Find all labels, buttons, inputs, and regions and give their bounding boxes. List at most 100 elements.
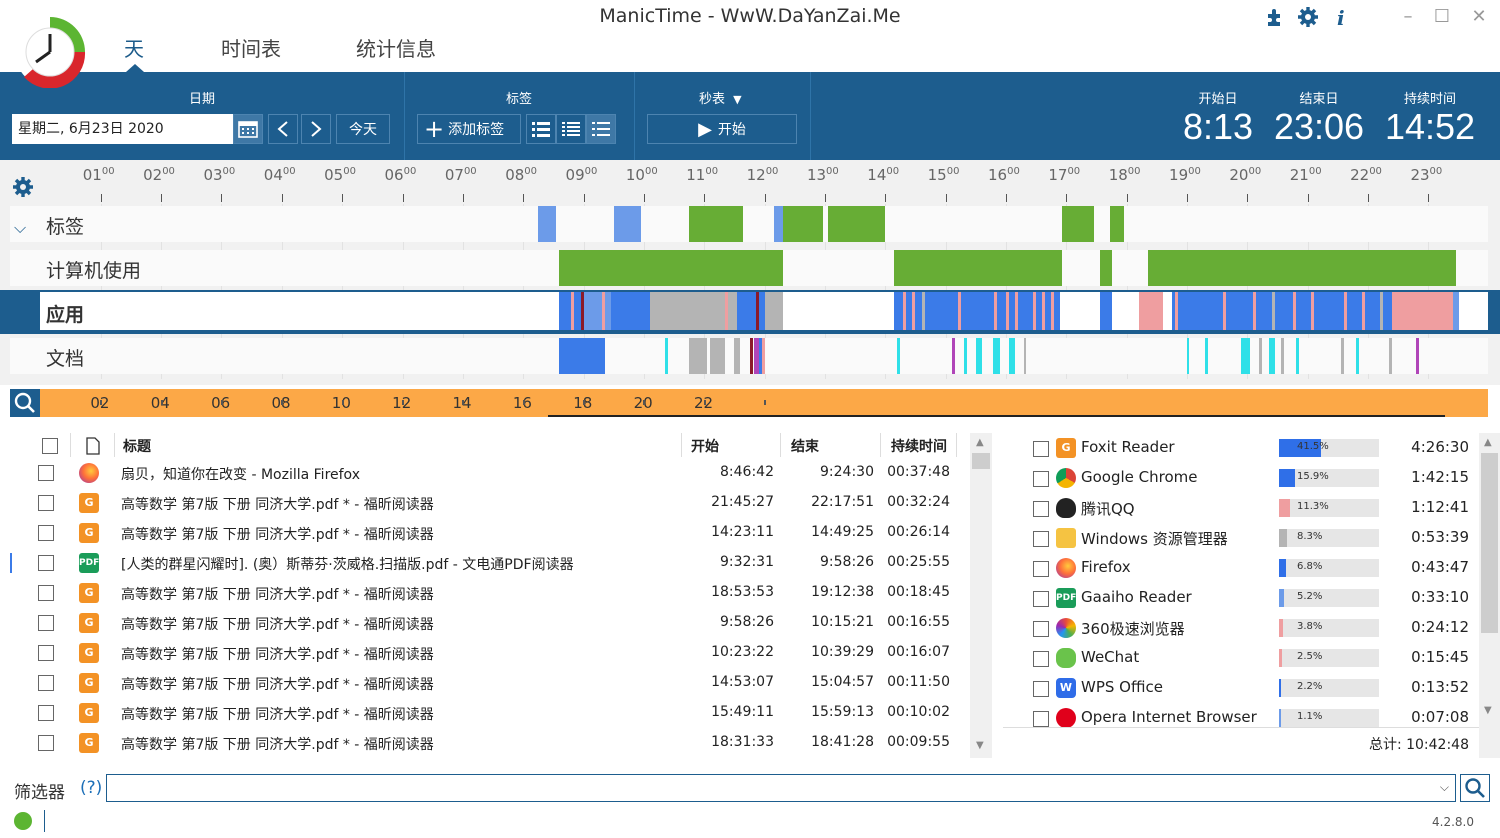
- timeline-segment[interactable]: [1389, 338, 1393, 374]
- stats-row[interactable]: Firefox 6.8% 0:43:47: [1003, 553, 1479, 583]
- table-row[interactable]: PDF [人类的群星闪耀时]. (奥）斯蒂芬·茨威格.扫描版.pdf - 文电通P…: [0, 548, 970, 578]
- timeline-segment[interactable]: [1310, 292, 1314, 330]
- table-row[interactable]: G 高等数学 第7版 下册 同济大学.pdf * - 福昕阅读器 14:53:07 1…: [0, 668, 970, 698]
- table-scrollbar[interactable]: ▲ ▼: [970, 433, 992, 758]
- timeline-segment[interactable]: [993, 292, 997, 330]
- stats-checkbox[interactable]: [1033, 711, 1049, 727]
- timeline-segment[interactable]: [1171, 292, 1284, 330]
- timeline-segment[interactable]: [665, 338, 669, 374]
- timeline-segment[interactable]: [1271, 292, 1275, 330]
- timeline-segment[interactable]: [689, 206, 744, 242]
- timeline-segment[interactable]: [559, 250, 783, 286]
- table-row[interactable]: G 高等数学 第7版 下册 同济大学.pdf * - 福昕阅读器 18:31:33 1…: [0, 728, 970, 758]
- timeline-segment[interactable]: [1392, 292, 1417, 330]
- timeline-segment[interactable]: [1253, 292, 1257, 330]
- maximize-button[interactable]: ☐: [1431, 6, 1453, 28]
- stopwatch-dropdown[interactable]: 秒表 ▼: [699, 88, 742, 107]
- stats-row[interactable]: Google Chrome 15.9% 1:42:15: [1003, 463, 1479, 493]
- today-button[interactable]: 今天: [336, 114, 390, 144]
- stats-row[interactable]: G Foxit Reader 41.5% 4:26:30: [1003, 433, 1479, 463]
- timeline-segment[interactable]: [1380, 292, 1384, 330]
- timeline-segment[interactable]: [1268, 338, 1275, 374]
- select-all-checkbox[interactable]: [42, 438, 58, 454]
- row-checkbox[interactable]: [38, 525, 54, 541]
- timeline-segment[interactable]: [894, 250, 1063, 286]
- stats-row[interactable]: 360极速浏览器 3.8% 0:24:12: [1003, 613, 1479, 643]
- table-row[interactable]: 扇贝，知道你在改变 - Mozilla Firefox 8:46:42 9:24:3…: [0, 458, 970, 488]
- timeline-segment[interactable]: [782, 206, 824, 242]
- applications-row[interactable]: 应用: [0, 290, 1500, 334]
- timeline-segment[interactable]: [975, 338, 982, 374]
- filter-search-button[interactable]: [1460, 774, 1490, 802]
- previous-day-button[interactable]: [268, 114, 298, 144]
- computer-usage-row[interactable]: 计算机使用: [10, 250, 1488, 286]
- table-row[interactable]: G 高等数学 第7版 下册 同济大学.pdf * - 福昕阅读器 10:23:22 1…: [0, 638, 970, 668]
- row-checkbox[interactable]: [38, 555, 54, 571]
- timeline-segment[interactable]: [1362, 292, 1366, 330]
- table-row[interactable]: G 高等数学 第7版 下册 同济大学.pdf * - 福昕阅读器 18:53:53 1…: [0, 578, 970, 608]
- stats-scroll-thumb[interactable]: [1481, 453, 1498, 633]
- timeline-segment[interactable]: [1024, 338, 1027, 374]
- timeline-segment[interactable]: [610, 292, 650, 330]
- list-view-button[interactable]: [526, 114, 556, 144]
- timeline-segment[interactable]: [773, 206, 783, 242]
- timeline-segment[interactable]: [827, 206, 886, 242]
- timeline-segment[interactable]: [613, 206, 641, 242]
- row-checkbox[interactable]: [38, 495, 54, 511]
- timeline-segment[interactable]: [725, 292, 729, 330]
- timeline-segment[interactable]: [710, 338, 726, 374]
- tab-timetable[interactable]: 时间表: [221, 33, 281, 62]
- timeline-segment[interactable]: [1280, 338, 1284, 374]
- timeline-segment[interactable]: [1147, 250, 1456, 286]
- timeline-segment[interactable]: [601, 292, 605, 330]
- filter-help-link[interactable]: (?): [80, 778, 102, 798]
- timeline-segment[interactable]: [921, 292, 925, 330]
- stats-checkbox[interactable]: [1033, 591, 1049, 607]
- zoom-search-button[interactable]: [10, 389, 40, 417]
- row-checkbox[interactable]: [38, 675, 54, 691]
- table-row[interactable]: G 高等数学 第7版 下册 同济大学.pdf * - 福昕阅读器 14:23:11 1…: [0, 518, 970, 548]
- row-checkbox[interactable]: [38, 705, 54, 721]
- timeline-segment[interactable]: [764, 292, 783, 330]
- timeline-segment[interactable]: [1006, 292, 1009, 330]
- timeline-segment[interactable]: [1009, 338, 1016, 374]
- timeline-segment[interactable]: [992, 338, 1000, 374]
- filter-input[interactable]: ⌵: [106, 774, 1456, 802]
- stats-checkbox[interactable]: [1033, 471, 1049, 487]
- stats-checkbox[interactable]: [1033, 561, 1049, 577]
- scroll-down-icon[interactable]: ▼: [976, 740, 984, 751]
- timeline-segment[interactable]: [957, 292, 961, 330]
- stats-row[interactable]: PDF Gaaiho Reader 5.2% 0:33:10: [1003, 583, 1479, 613]
- timeline-segment[interactable]: [894, 292, 976, 330]
- timeline-segment[interactable]: [571, 292, 575, 330]
- row-checkbox[interactable]: [38, 615, 54, 631]
- column-header-duration[interactable]: 持续时间: [891, 436, 947, 456]
- timeline-segment[interactable]: [1099, 250, 1112, 286]
- stats-row[interactable]: Windows 资源管理器 8.3% 0:53:39: [1003, 523, 1479, 553]
- timeline-segment[interactable]: [1295, 338, 1299, 374]
- column-header-start[interactable]: 开始: [691, 436, 719, 456]
- scroll-up-icon[interactable]: ▲: [976, 437, 984, 448]
- timeline-segment[interactable]: [1416, 338, 1420, 374]
- timeline-segment[interactable]: [1187, 338, 1190, 374]
- stats-row[interactable]: W WPS Office 2.2% 0:13:52: [1003, 673, 1479, 703]
- timeline-segment[interactable]: [1099, 292, 1112, 330]
- stats-checkbox[interactable]: [1033, 621, 1049, 637]
- timeline-segment[interactable]: [951, 338, 955, 374]
- row-checkbox[interactable]: [38, 585, 54, 601]
- timeline-segment[interactable]: [903, 292, 907, 330]
- timeline-segment[interactable]: [1223, 292, 1227, 330]
- timeline-segment[interactable]: [749, 338, 753, 374]
- table-scroll-thumb[interactable]: [972, 453, 990, 469]
- column-header-end[interactable]: 结束: [791, 436, 819, 456]
- timeline-segment[interactable]: [1292, 292, 1296, 330]
- timeline-segment[interactable]: [963, 338, 967, 374]
- timeline-segment[interactable]: [559, 292, 581, 330]
- timeline-segment[interactable]: [755, 292, 759, 330]
- table-row[interactable]: G 高等数学 第7版 下册 同济大学.pdf * - 福昕阅读器 21:45:27 2…: [0, 488, 970, 518]
- timeline-segment[interactable]: [1138, 292, 1163, 330]
- timeline-segment[interactable]: [559, 338, 605, 374]
- row-checkbox[interactable]: [38, 735, 54, 751]
- info-icon[interactable]: i: [1331, 6, 1353, 28]
- timeline-segment[interactable]: [689, 338, 708, 374]
